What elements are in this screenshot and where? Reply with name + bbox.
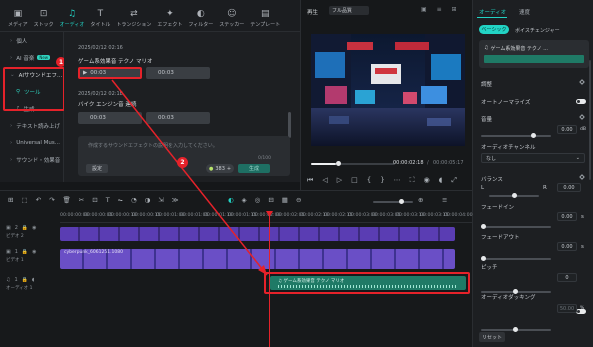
annotation-arrow: [111, 79, 268, 276]
step-2-marker: 2: [177, 157, 188, 168]
